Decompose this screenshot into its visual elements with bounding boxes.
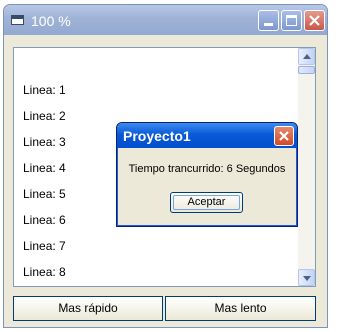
maximize-icon [286,15,297,26]
list-item[interactable]: Linea: 5 [23,187,66,201]
list-item[interactable]: Linea: 4 [23,161,66,175]
list-item[interactable]: Linea: 3 [23,135,66,149]
scroll-down-button[interactable] [298,269,315,286]
dialog-title-bar[interactable]: Proyecto1 [117,123,297,148]
close-button[interactable] [304,10,325,31]
dialog-close-button[interactable] [274,126,294,146]
list-item[interactable]: Linea: 2 [23,109,66,123]
arrow-down-icon [303,276,311,281]
dialog-title: Proyecto1 [123,128,191,144]
maximize-button[interactable] [281,10,302,31]
vertical-scrollbar[interactable] [298,48,315,286]
window-app-icon [11,15,24,25]
dialog-message: Tiempo trancurrido: 6 Segundos [128,163,286,175]
scroll-up-button[interactable] [298,48,315,65]
arrow-up-icon [303,54,311,59]
message-dialog: Proyecto1 Tiempo trancurrido: 6 Segundos… [116,122,298,227]
close-icon [279,131,289,141]
title-bar[interactable]: 100 % [4,5,327,35]
faster-button[interactable]: Mas rápido [13,296,163,321]
window-title: 100 % [31,13,71,29]
slower-button[interactable]: Mas lento [165,296,316,321]
minimize-button[interactable] [258,10,279,31]
close-icon [309,15,320,26]
ok-button[interactable]: Aceptar [170,192,243,213]
list-item[interactable]: Linea: 6 [23,213,66,227]
list-item[interactable]: Linea: 7 [23,239,66,253]
list-item[interactable]: Linea: 8 [23,265,66,279]
minimize-icon [264,23,273,26]
scroll-thumb[interactable] [298,66,315,74]
list-item[interactable]: Linea: 1 [23,83,66,97]
